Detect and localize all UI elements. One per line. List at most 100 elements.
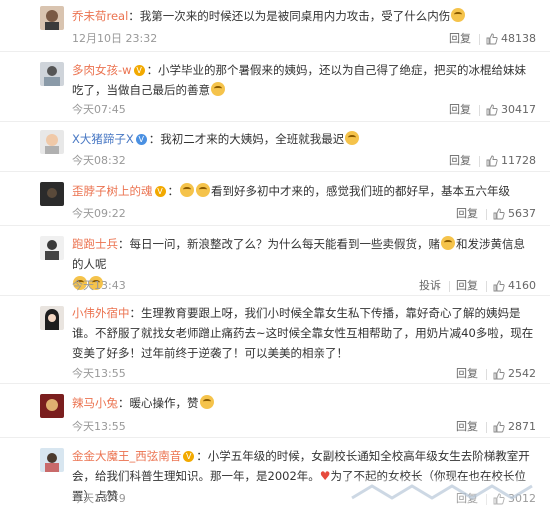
username-link[interactable]: 歪脖子树上的魂 bbox=[72, 184, 153, 198]
comment-text: 看到好多初中才来的，感觉我们班的都好早，基本五六年级 bbox=[211, 184, 510, 198]
thumbs-up-icon bbox=[486, 104, 498, 116]
emoji-icon bbox=[345, 131, 360, 145]
like-button[interactable]: 5637 bbox=[493, 206, 536, 222]
comment-item: 乔未荀real：我第一次来的时候还以为是被同桌用内力攻击，受了什么内伤 12月1… bbox=[0, 4, 550, 52]
username-link[interactable]: 金金大魔王_西弦南音 bbox=[72, 449, 181, 463]
timestamp: 今天13:55 bbox=[72, 367, 126, 380]
comment-item: 辣马小兔：暖心操作，赞 今天13:55 回复 2871 bbox=[0, 388, 550, 438]
avatar[interactable] bbox=[40, 236, 64, 260]
username-link[interactable]: 跑跑士兵 bbox=[72, 237, 118, 251]
comment-actions: 回复 2871 bbox=[450, 419, 536, 435]
emoji-icon bbox=[199, 395, 214, 409]
divider bbox=[449, 280, 450, 292]
comment-item: X大猪蹄子X V ：我初二才来的大姨妈，全班就我最迟 今天08:32 回复 1172… bbox=[0, 124, 550, 172]
reply-button[interactable]: 回复 bbox=[449, 153, 471, 169]
thumbs-up-icon bbox=[493, 421, 505, 433]
comment-content: X大猪蹄子X V ：我初二才来的大姨妈，全班就我最迟 bbox=[72, 129, 536, 149]
reply-button[interactable]: 回复 bbox=[456, 278, 478, 294]
thumbs-up-icon bbox=[493, 280, 505, 292]
like-button[interactable]: 48138 bbox=[486, 31, 536, 47]
like-count: 4160 bbox=[508, 279, 536, 292]
avatar[interactable] bbox=[40, 6, 64, 30]
comment-meta: 今天08:32 回复 11728 bbox=[72, 153, 536, 169]
username-link[interactable]: 多肉女孩-w bbox=[72, 63, 132, 77]
like-count: 2542 bbox=[508, 367, 536, 380]
like-button[interactable]: 30417 bbox=[486, 102, 536, 118]
username-link[interactable]: 乔未荀real bbox=[72, 9, 128, 23]
comment-item: 小伟外宿中：生理教育要跟上呀，我们小时候全靠女生私下传播，靠好奇心了解的姨妈是谁… bbox=[0, 300, 550, 384]
username-link[interactable]: X大猪蹄子X bbox=[72, 132, 134, 146]
timestamp: 今天07:45 bbox=[72, 103, 126, 116]
vip-badge-icon: V bbox=[183, 451, 195, 462]
comment-item: 跑跑士兵：每日一问，新浪整改了么？为什么每天能看到一些卖假货，赌 和发涉黄信息的人… bbox=[0, 230, 550, 296]
timestamp: 今天09:22 bbox=[72, 207, 126, 220]
comment-meta: 今天13:55 回复 2542 bbox=[72, 366, 536, 382]
comment-text: ：我第一次来的时候还以为是被同桌用内力攻击，受了什么内伤 bbox=[128, 9, 451, 23]
comment-content: 辣马小兔：暖心操作，赞 bbox=[72, 393, 536, 413]
comment-text: ：生理教育要跟上呀，我们小时候全靠女生私下传播，靠好奇心了解的姨妈是谁。不舒服了… bbox=[72, 306, 534, 360]
divider bbox=[479, 155, 480, 167]
like-button[interactable]: 2542 bbox=[493, 366, 536, 382]
timestamp: 今天13:43 bbox=[72, 279, 126, 292]
divider bbox=[479, 104, 480, 116]
comment-text: ： bbox=[167, 184, 180, 198]
divider bbox=[486, 368, 487, 380]
comment-meta: 今天07:45 回复 30417 bbox=[72, 102, 536, 118]
like-count: 48138 bbox=[501, 32, 536, 45]
like-count: 5637 bbox=[508, 207, 536, 220]
comment-meta: 12月10日 23:32 回复 48138 bbox=[72, 31, 536, 47]
comment-item: 歪脖子树上的魂 V： 看到好多初中才来的，感觉我们班的都好早，基本五六年级 今天09… bbox=[0, 176, 550, 226]
watermark bbox=[342, 478, 542, 506]
avatar[interactable] bbox=[40, 182, 64, 206]
divider bbox=[486, 280, 487, 292]
comment-actions: 回复 30417 bbox=[443, 102, 536, 118]
comment-content: 乔未荀real：我第一次来的时候还以为是被同桌用内力攻击，受了什么内伤 bbox=[72, 6, 536, 26]
avatar[interactable] bbox=[40, 306, 64, 330]
username-link[interactable]: 小伟外宿中 bbox=[72, 306, 130, 320]
comment-text: ：每日一问，新浪整改了么？为什么每天能看到一些卖假货，赌 bbox=[118, 237, 440, 251]
username-link[interactable]: 辣马小兔 bbox=[72, 396, 118, 410]
comment-actions: 回复 11728 bbox=[443, 153, 536, 169]
report-button[interactable]: 投诉 bbox=[419, 278, 441, 294]
thumbs-up-icon bbox=[493, 368, 505, 380]
thumbs-up-icon bbox=[486, 33, 498, 45]
emoji-icon bbox=[451, 8, 466, 22]
like-button[interactable]: 2871 bbox=[493, 419, 536, 435]
comment-content: 多肉女孩-w V ：小学毕业的那个暑假来的姨妈，还以为自己得了绝症，把买的冰棍给妹妹… bbox=[72, 60, 536, 100]
comment-meta: 今天09:22 回复 5637 bbox=[72, 206, 536, 222]
comment-meta: 今天13:55 回复 2871 bbox=[72, 419, 536, 435]
timestamp: 12月10日 23:32 bbox=[72, 32, 158, 45]
like-count: 30417 bbox=[501, 103, 536, 116]
like-button[interactable]: 4160 bbox=[493, 278, 536, 294]
comment-meta: 今天13:43 投诉 回复 4160 bbox=[72, 278, 536, 294]
like-count: 2871 bbox=[508, 420, 536, 433]
reply-button[interactable]: 回复 bbox=[449, 31, 471, 47]
comment-actions: 回复 2542 bbox=[450, 366, 536, 382]
emoji-icon bbox=[441, 236, 455, 250]
avatar[interactable] bbox=[40, 394, 64, 418]
comment-text: ：我初二才来的大姨妈，全班就我最迟 bbox=[148, 132, 345, 146]
reply-button[interactable]: 回复 bbox=[456, 366, 478, 382]
comment-actions: 投诉 回复 4160 bbox=[413, 278, 536, 294]
comment-feed: 乔未荀real：我第一次来的时候还以为是被同桌用内力攻击，受了什么内伤 12月1… bbox=[0, 0, 550, 512]
avatar[interactable] bbox=[40, 130, 64, 154]
avatar[interactable] bbox=[40, 448, 64, 472]
comment-content: 小伟外宿中：生理教育要跟上呀，我们小时候全靠女生私下传播，靠好奇心了解的姨妈是谁… bbox=[72, 303, 536, 363]
timestamp: 今天08:32 bbox=[72, 154, 126, 167]
like-button[interactable]: 11728 bbox=[486, 153, 536, 169]
thumbs-up-icon bbox=[486, 155, 498, 167]
reply-button[interactable]: 回复 bbox=[449, 102, 471, 118]
like-count: 11728 bbox=[501, 154, 536, 167]
thumbs-up-icon bbox=[493, 208, 505, 220]
comment-actions: 回复 5637 bbox=[450, 206, 536, 222]
vip-badge-icon: V bbox=[154, 186, 166, 197]
timestamp: 今天13:55 bbox=[72, 420, 126, 433]
reply-button[interactable]: 回复 bbox=[456, 419, 478, 435]
divider bbox=[486, 208, 487, 220]
emoji-icon bbox=[180, 183, 194, 197]
avatar[interactable] bbox=[40, 62, 64, 86]
heart-icon: ♥ bbox=[319, 469, 331, 483]
comment-actions: 回复 48138 bbox=[443, 31, 536, 47]
reply-button[interactable]: 回复 bbox=[456, 206, 478, 222]
emoji-icon bbox=[211, 82, 225, 96]
